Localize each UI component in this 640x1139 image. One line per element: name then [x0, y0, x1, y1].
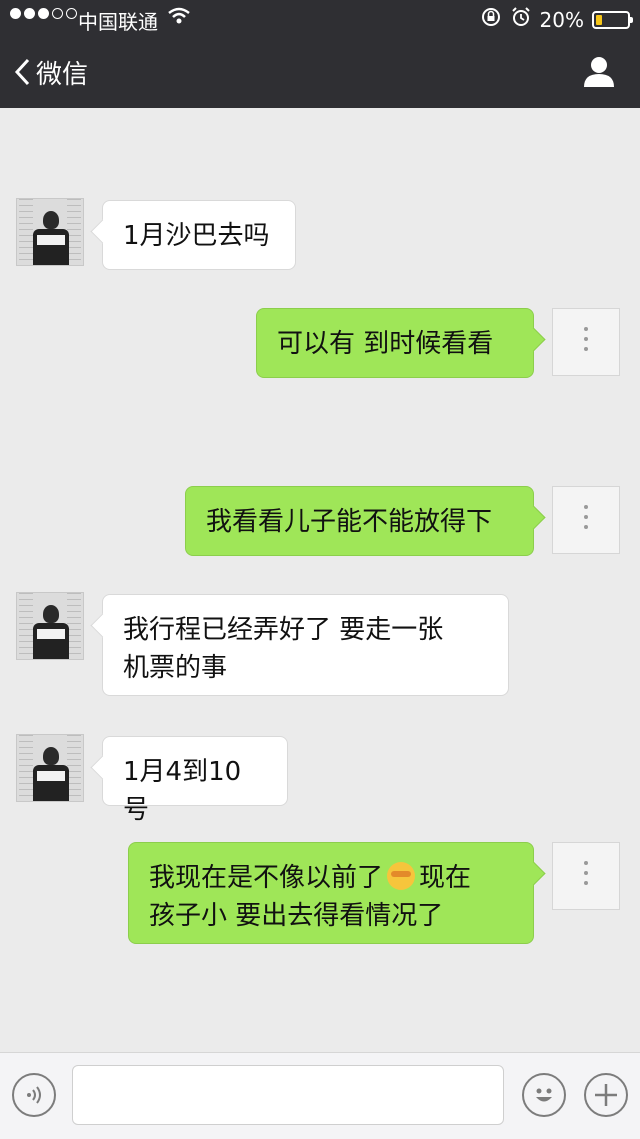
more-button[interactable] — [584, 1073, 628, 1117]
crying-laughing-emoji-icon — [387, 862, 416, 890]
message-text: 1月沙巴去吗 — [123, 221, 270, 251]
message-bubble-outgoing[interactable]: 可以有 到时候看看 — [256, 308, 534, 378]
user-icon — [584, 57, 614, 87]
voice-icon — [27, 1086, 41, 1104]
contact-avatar[interactable] — [16, 592, 84, 660]
plus-icon — [595, 1084, 617, 1106]
battery-icon — [592, 10, 633, 29]
emoji-icon — [536, 1088, 552, 1102]
back-button[interactable]: 微信 — [14, 52, 88, 92]
message-text-line: 孩子小 要出去得看情况了 — [149, 901, 444, 931]
message-text: 我现在是不像以前了 — [149, 863, 384, 893]
top-bar: 中国联通 20% 微信 — [0, 0, 640, 108]
input-bar — [0, 1052, 640, 1139]
message-text: 我看看儿子能不能放得下 — [206, 507, 493, 537]
my-avatar[interactable] — [552, 842, 620, 910]
message-bubble-incoming[interactable]: 1月沙巴去吗 — [102, 200, 296, 270]
contact-avatar[interactable] — [16, 198, 84, 266]
status-bar: 中国联通 20% — [0, 0, 640, 36]
chat-info-button[interactable] — [582, 54, 616, 92]
message-text-line: 我现在是不像以前了 现在 — [149, 859, 513, 897]
message-bubble-outgoing[interactable]: 我看看儿子能不能放得下 — [185, 486, 534, 556]
message-input[interactable] — [72, 1065, 504, 1125]
contact-avatar[interactable] — [16, 734, 84, 802]
battery-percent: 20% — [539, 7, 584, 32]
message-text: 1月4到10号 — [123, 757, 242, 825]
back-chevron-icon — [14, 58, 30, 86]
message-text: 现在 — [419, 863, 472, 893]
lock-rotation-icon — [480, 6, 502, 33]
message-bubble-outgoing[interactable]: 我现在是不像以前了 现在 孩子小 要出去得看情况了 — [128, 842, 534, 944]
my-avatar[interactable] — [552, 308, 620, 376]
emoji-button[interactable] — [522, 1073, 566, 1117]
message-bubble-incoming[interactable]: 我行程已经弄好了 要走一张 机票的事 — [102, 594, 509, 696]
my-avatar[interactable] — [552, 486, 620, 554]
carrier-name: 中国联通 — [78, 10, 158, 34]
message-bubble-incoming[interactable]: 1月4到10号 — [102, 736, 288, 825]
voice-button[interactable] — [12, 1073, 56, 1117]
signal-dots-icon — [10, 8, 77, 19]
message-text-line: 我行程已经弄好了 要走一张 — [123, 615, 444, 645]
message-text-line: 机票的事 — [123, 653, 228, 683]
wifi-icon — [167, 6, 191, 31]
back-label: 微信 — [36, 59, 89, 90]
alarm-icon — [510, 6, 532, 33]
message-text: 可以有 到时候看看 — [277, 329, 494, 359]
